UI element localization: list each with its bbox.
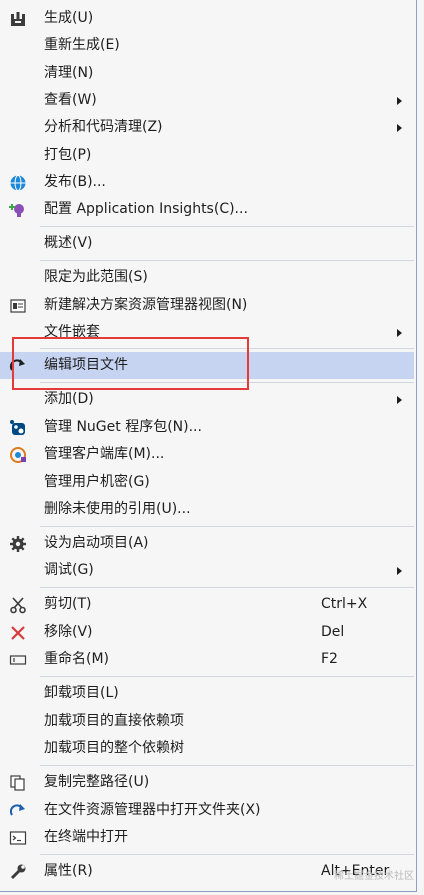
separator <box>40 226 414 227</box>
menu-item-set-startup[interactable]: 设为启动项目(A) <box>0 530 414 557</box>
menu-item-manage-user-secrets[interactable]: 管理用户机密(G) <box>0 469 414 496</box>
solution-view-icon <box>8 296 28 316</box>
menu-item-manage-client-libs[interactable]: 管理客户端库(M)... <box>0 441 414 468</box>
menu-label: 调试(G) <box>44 562 94 578</box>
menu-label: 复制完整路径(U) <box>44 774 150 790</box>
context-menu: 生成(U) 重新生成(E) 清理(N) 查看(W) 分析和代码清理(Z) 打包(… <box>0 0 417 892</box>
wrench-icon <box>8 862 28 882</box>
x-icon <box>8 623 28 643</box>
menu-label: 发布(B)... <box>44 174 106 190</box>
menu-label: 生成(U) <box>44 10 94 26</box>
menu-label: 在文件资源管理器中打开文件夹(X) <box>44 802 261 818</box>
menu-label: 配置 Application Insights(C)... <box>44 201 248 217</box>
separator <box>40 854 414 855</box>
gear-icon <box>8 534 28 554</box>
build-icon <box>8 9 28 29</box>
separator <box>40 260 414 261</box>
submenu-arrow-icon <box>397 567 402 575</box>
menu-item-pack[interactable]: 打包(P) <box>0 142 414 169</box>
submenu-arrow-icon <box>397 124 402 132</box>
rename-icon <box>8 650 28 670</box>
menu-label: 重命名(M) <box>44 651 110 667</box>
menu-item-debug[interactable]: 调试(G) <box>0 557 414 584</box>
menu-item-rename[interactable]: 重命名(M) F2 <box>0 646 414 673</box>
menu-label: 打包(P) <box>44 147 92 163</box>
menu-label: 编辑项目文件 <box>44 357 128 373</box>
menu-item-rebuild[interactable]: 重新生成(E) <box>0 32 414 59</box>
submenu-arrow-icon <box>397 396 402 404</box>
menu-item-load-all-deps[interactable]: 加载项目的整个依赖树 <box>0 735 414 762</box>
menu-item-open-in-explorer[interactable]: 在文件资源管理器中打开文件夹(X) <box>0 797 414 824</box>
menu-item-unload[interactable]: 卸载项目(L) <box>0 680 414 707</box>
menu-label: 重新生成(E) <box>44 37 120 53</box>
menu-shortcut: Del <box>321 624 345 640</box>
separator <box>40 587 414 588</box>
menu-item-scope-to-this[interactable]: 限定为此范围(S) <box>0 264 414 291</box>
menu-item-analyze[interactable]: 分析和代码清理(Z) <box>0 114 414 141</box>
menu-shortcut: F2 <box>321 651 338 667</box>
copy-icon <box>8 773 28 793</box>
menu-label: 文件嵌套 <box>44 324 100 340</box>
menu-item-clean[interactable]: 清理(N) <box>0 60 414 87</box>
redo-arrow-icon <box>8 356 28 376</box>
menu-item-new-solution-view[interactable]: 新建解决方案资源管理器视图(N) <box>0 292 414 319</box>
menu-item-load-direct-deps[interactable]: 加载项目的直接依赖项 <box>0 708 414 735</box>
submenu-arrow-icon <box>397 97 402 105</box>
menu-item-remove-unused-refs[interactable]: 删除未使用的引用(U)... <box>0 496 414 523</box>
terminal-icon <box>8 828 28 848</box>
menu-label: 删除未使用的引用(U)... <box>44 501 191 517</box>
menu-label: 新建解决方案资源管理器视图(N) <box>44 297 248 313</box>
separator <box>40 382 414 383</box>
menu-item-publish[interactable]: 发布(B)... <box>0 169 414 196</box>
separator <box>40 526 414 527</box>
menu-label: 清理(N) <box>44 65 94 81</box>
submenu-arrow-icon <box>397 329 402 337</box>
menu-shortcut: Ctrl+X <box>321 596 368 612</box>
menu-item-view[interactable]: 查看(W) <box>0 87 414 114</box>
menu-item-add[interactable]: 添加(D) <box>0 386 414 413</box>
refresh-arrow-icon <box>8 801 28 821</box>
menu-item-remove[interactable]: 移除(V) Del <box>0 619 414 646</box>
lightbulb-icon <box>8 200 28 220</box>
menu-label: 加载项目的直接依赖项 <box>44 713 184 729</box>
menu-item-cut[interactable]: 剪切(T) Ctrl+X <box>0 591 414 618</box>
menu-label: 管理用户机密(G) <box>44 474 150 490</box>
library-icon <box>8 445 28 465</box>
separator <box>40 348 414 349</box>
menu-item-configure-ai[interactable]: 配置 Application Insights(C)... <box>0 196 414 223</box>
menu-item-manage-nuget[interactable]: 管理 NuGet 程序包(N)... <box>0 414 414 441</box>
menu-label: 设为启动项目(A) <box>44 535 149 551</box>
menu-label: 卸载项目(L) <box>44 685 119 701</box>
menu-item-open-in-terminal[interactable]: 在终端中打开 <box>0 824 414 851</box>
menu-label: 查看(W) <box>44 92 97 108</box>
menu-item-copy-full-path[interactable]: 复制完整路径(U) <box>0 769 414 796</box>
scissors-icon <box>8 595 28 615</box>
menu-label: 概述(V) <box>44 235 93 251</box>
menu-item-file-nesting[interactable]: 文件嵌套 <box>0 319 414 346</box>
menu-label: 加载项目的整个依赖树 <box>44 740 184 756</box>
menu-label: 限定为此范围(S) <box>44 269 148 285</box>
watermark: 稀土掘金技术社区 <box>334 871 414 882</box>
menu-label: 移除(V) <box>44 624 93 640</box>
menu-label: 管理客户端库(M)... <box>44 446 165 462</box>
menu-label: 在终端中打开 <box>44 829 128 845</box>
separator <box>40 676 414 677</box>
menu-label: 管理 NuGet 程序包(N)... <box>44 419 202 435</box>
menu-label: 添加(D) <box>44 391 94 407</box>
menu-label: 分析和代码清理(Z) <box>44 119 163 135</box>
separator <box>40 765 414 766</box>
menu-item-edit-project-file[interactable]: 编辑项目文件 <box>0 352 414 379</box>
globe-icon <box>8 173 28 193</box>
nuget-icon <box>8 418 28 438</box>
menu-label: 剪切(T) <box>44 596 92 612</box>
menu-item-overview[interactable]: 概述(V) <box>0 230 414 257</box>
menu-label: 属性(R) <box>44 863 93 879</box>
menu-item-build[interactable]: 生成(U) <box>0 5 414 32</box>
